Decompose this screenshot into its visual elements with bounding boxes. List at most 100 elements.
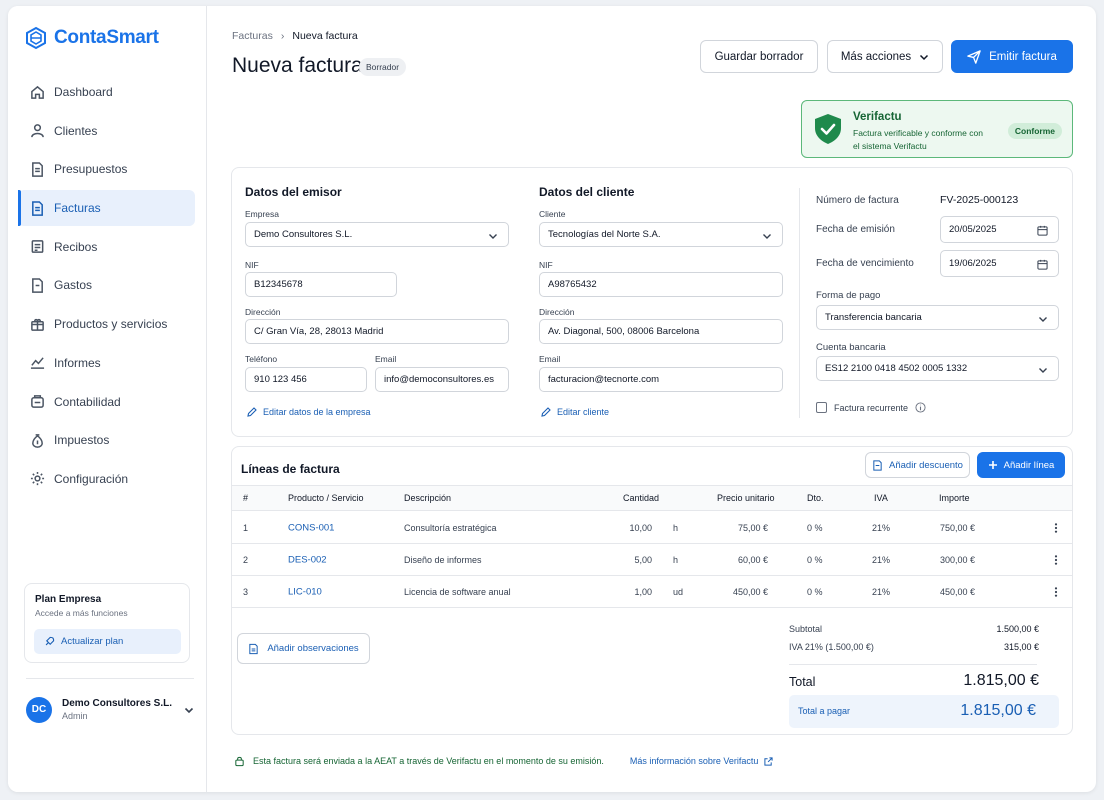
emisor-email-field[interactable]: info@democonsultores.es: [375, 367, 509, 392]
sidebar-item-gastos[interactable]: Gastos: [18, 267, 195, 303]
col-vat: IVA: [874, 493, 888, 503]
row-amount: 450,00 €: [939, 586, 975, 597]
row-product-code[interactable]: DES-002: [288, 554, 327, 565]
cliente-nif-value: A98765432: [548, 279, 597, 290]
cliente-direccion-field[interactable]: Av. Diagonal, 500, 08006 Barcelona: [539, 319, 783, 344]
row-product-code[interactable]: CONS-001: [288, 522, 334, 533]
col-unit-price: Precio unitario: [717, 493, 775, 503]
avatar: DC: [26, 696, 52, 723]
info-icon[interactable]: [915, 402, 926, 413]
sidebar-item-label: Facturas: [54, 201, 101, 216]
cliente-select[interactable]: Tecnologías del Norte S.A.: [539, 222, 783, 247]
col-discount: Dto.: [807, 493, 824, 503]
sidebar-item-configuracion[interactable]: Configuración: [18, 461, 195, 497]
sidebar-nav: Dashboard Clientes Presupuestos Facturas…: [18, 74, 195, 500]
pencil-icon: [247, 407, 257, 417]
sidebar-item-presupuestos[interactable]: Presupuestos: [18, 151, 195, 187]
verifactu-info-link[interactable]: Más información sobre Verifactu: [630, 756, 774, 766]
add-line-button[interactable]: Añadir línea: [977, 452, 1065, 478]
lock-icon: [235, 756, 244, 767]
document-icon: [32, 162, 43, 177]
logo-icon: [26, 26, 46, 50]
edit-client-link[interactable]: Editar cliente: [541, 407, 609, 417]
payment-method-value: Transferencia bancaria: [825, 312, 922, 323]
row-vat: 21%: [872, 586, 891, 597]
subtotal-value: 1.500,00 €: [996, 624, 1039, 634]
row-vat: 21%: [872, 554, 891, 565]
sidebar-item-label: Impuestos: [54, 433, 110, 448]
pencil-icon: [541, 407, 551, 417]
row-vat: 21%: [872, 522, 891, 533]
calendar-icon[interactable]: [1037, 225, 1048, 236]
empresa-label: Empresa: [245, 209, 280, 219]
sidebar-item-impuestos[interactable]: Impuestos: [18, 422, 195, 458]
footer-note-text: Esta factura será enviada a la AEAT a tr…: [253, 756, 604, 766]
row-unit: h: [673, 554, 679, 565]
sidebar-item-label: Contabilidad: [54, 394, 121, 409]
row-quantity: 1,00: [634, 586, 652, 597]
invoice-form-card: Datos del emisor Empresa Demo Consultore…: [231, 167, 1073, 437]
more-vertical-icon[interactable]: [1054, 554, 1058, 565]
due-date-field[interactable]: 19/06/2025: [940, 250, 1059, 277]
sidebar-item-informes[interactable]: Informes: [18, 345, 195, 381]
chevron-down-icon: [1039, 368, 1047, 373]
empresa-select[interactable]: Demo Consultores S.L.: [245, 222, 509, 247]
sidebar-item-label: Dashboard: [54, 85, 113, 99]
bank-account-label: Cuenta bancaria: [816, 342, 886, 353]
cliente-email-field[interactable]: facturacion@tecnorte.com: [539, 367, 783, 392]
emisor-telefono-label: Teléfono: [245, 354, 278, 364]
emisor-direccion-field[interactable]: C/ Gran Vía, 28, 28013 Madrid: [245, 319, 509, 344]
sidebar-item-dashboard[interactable]: Dashboard: [18, 74, 195, 110]
rocket-icon: [45, 636, 55, 646]
cliente-label: Cliente: [539, 209, 566, 219]
breadcrumb-parent[interactable]: Facturas: [232, 30, 273, 42]
due-date-label: Fecha de vencimiento: [816, 258, 914, 269]
table-row[interactable]: 3 LIC-010 Licencia de software anual 1,0…: [232, 576, 1072, 608]
invoice-lines-card: Líneas de factura Añadir descuento Añadi…: [231, 446, 1073, 735]
sidebar-item-contabilidad[interactable]: Contabilidad: [18, 384, 195, 420]
bank-account-select[interactable]: ES12 2100 0418 4502 0005 1332: [816, 356, 1059, 381]
emisor-nif-field[interactable]: B12345678: [245, 272, 397, 297]
user-role: Admin: [62, 711, 88, 721]
form-divider: [799, 188, 800, 418]
edit-company-link[interactable]: Editar datos de la empresa: [247, 407, 371, 417]
issue-date-field[interactable]: 20/05/2025: [940, 216, 1059, 243]
sidebar-item-clientes[interactable]: Clientes: [18, 113, 195, 149]
cliente-title: Datos del cliente: [539, 185, 635, 199]
breadcrumb-separator-icon: ›: [280, 30, 285, 42]
lines-title: Líneas de factura: [241, 462, 340, 476]
more-vertical-icon[interactable]: [1054, 586, 1058, 597]
row-product-code[interactable]: LIC-010: [288, 586, 322, 597]
document-icon: [249, 643, 258, 654]
recurring-invoice-checkbox[interactable]: [816, 402, 827, 413]
due-date-value: 19/06/2025: [949, 258, 997, 269]
more-actions-button[interactable]: Más acciones: [827, 40, 943, 73]
brand-logo[interactable]: ContaSmart: [24, 26, 159, 50]
cliente-nif-field[interactable]: A98765432: [539, 272, 783, 297]
emit-invoice-button[interactable]: Emitir factura: [951, 40, 1073, 73]
table-row[interactable]: 1 CONS-001 Consultoría estratégica 10,00…: [232, 512, 1072, 544]
table-row[interactable]: 2 DES-002 Diseño de informes 5,00 h 60,0…: [232, 544, 1072, 576]
chevron-down-icon: [763, 234, 771, 239]
recurring-invoice-label: Factura recurrente: [834, 402, 909, 413]
add-observations-label: Añadir observaciones: [267, 643, 359, 654]
issue-date-label: Fecha de emisión: [816, 224, 895, 235]
more-vertical-icon[interactable]: [1054, 522, 1058, 533]
add-observations-button[interactable]: Añadir observaciones: [237, 633, 370, 664]
row-unit-price: 75,00 €: [737, 522, 768, 533]
row-discount: 0 %: [807, 554, 823, 565]
payment-method-select[interactable]: Transferencia bancaria: [816, 305, 1059, 330]
sidebar-item-recibos[interactable]: Recibos: [18, 229, 195, 265]
calendar-icon[interactable]: [1037, 259, 1048, 270]
receipt-icon: [31, 240, 44, 254]
upgrade-plan-button[interactable]: Actualizar plan: [34, 629, 181, 654]
chevron-down-icon[interactable]: [184, 705, 194, 715]
row-description: Consultoría estratégica: [404, 522, 497, 533]
save-draft-button[interactable]: Guardar borrador: [700, 40, 818, 73]
add-discount-button[interactable]: Añadir descuento: [865, 452, 970, 478]
sidebar-item-facturas[interactable]: Facturas: [18, 190, 195, 227]
emisor-telefono-field[interactable]: 910 123 456: [245, 367, 367, 392]
sidebar-item-productos[interactable]: Productos y servicios: [18, 306, 195, 342]
user-menu[interactable]: DC Demo Consultores S.L. Admin: [26, 678, 194, 728]
row-amount: 300,00 €: [939, 554, 975, 565]
